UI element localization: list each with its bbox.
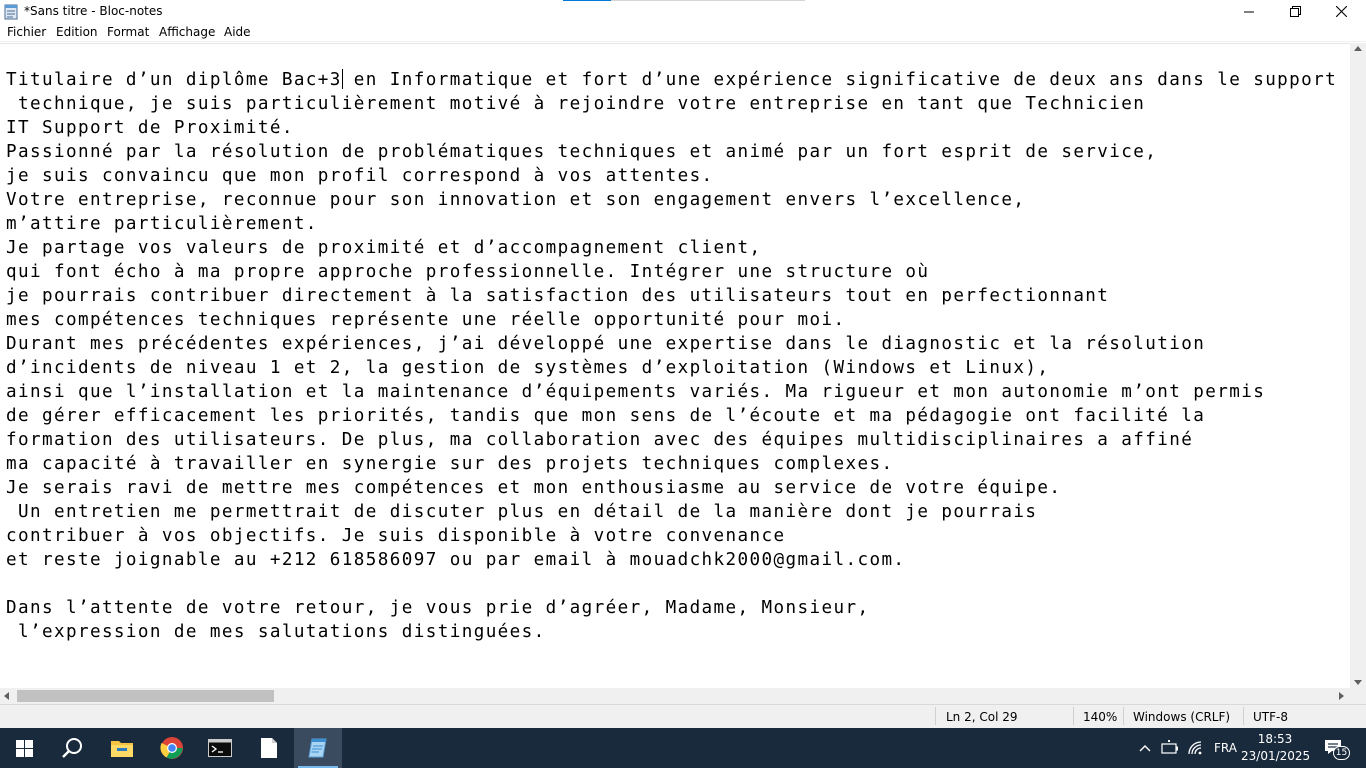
menu-edition[interactable]: Edition [56,25,98,39]
editor-line: je suis convaincu que mon profil corresp… [6,166,714,186]
notepad-doc-icon [261,738,277,758]
clock-date: 23/01/2025 [1241,749,1311,763]
close-button[interactable] [1318,0,1364,23]
editor-line: Titulaire d’un diplôme Bac+3 en Informat… [6,70,1338,90]
title-accent-gray [611,0,805,1]
scroll-left-icon[interactable] [4,692,9,700]
terminal-button[interactable] [196,728,244,768]
editor-line: Durant mes précédentes expériences, j’ai… [6,334,1206,354]
window-title: *Sans titre - Bloc-notes [24,4,163,18]
editor-line: formation des utilisateurs. De plus, ma … [6,430,1194,450]
editor-line: Passionné par la résolution de problémat… [6,142,1158,162]
chrome-button[interactable] [148,728,196,768]
editor-line: Je partage vos valeurs de proximité et d… [6,238,762,258]
editor-line: et reste joignable au +212 618586097 ou … [6,550,906,570]
text-editor[interactable]: Titulaire d’un diplôme Bac+3 en Informat… [0,43,1350,688]
zoom-level: 140% [1083,710,1118,724]
editor-line: Je serais ravi de mettre mes compétences… [6,478,1062,498]
title-accent-blue [563,0,611,1]
status-separator [1123,707,1124,725]
editor-line: qui font écho à ma propre approche profe… [6,262,930,282]
status-separator [935,707,936,725]
editor-line: de gérer efficacement les priorités, tan… [6,406,1206,426]
editor-line: Dans l’attente de votre retour, je vous … [6,598,870,618]
title-bar: *Sans titre - Bloc-notes [0,0,1366,23]
editor-line: Votre entreprise, reconnue pour son inno… [6,190,1026,210]
file-explorer-icon [111,741,133,757]
taskbar: FRA 18:53 23/01/2025 15 [0,728,1366,768]
editor-line: je pourrais contribuer directement à la … [6,286,1110,306]
notepad-doc-button[interactable] [245,728,293,768]
editor-line: mes compétences techniques représente un… [6,310,846,330]
close-icon [1335,6,1347,17]
editor-line: ma capacité à travailler en synergie sur… [6,454,894,474]
editor-line: technique, je suis particulièrement moti… [6,94,1146,114]
language-indicator[interactable]: FRA [1214,741,1237,755]
notification-badge: 15 [1333,746,1350,760]
restore-button[interactable] [1272,0,1318,23]
vertical-scrollbar[interactable] [1350,43,1366,688]
network-button[interactable] [1187,740,1205,760]
text-caret [342,69,343,89]
search-icon [62,738,82,758]
wifi-icon [1188,741,1202,755]
horizontal-scroll-thumb[interactable] [17,690,274,702]
notification-center-button[interactable]: 15 [1322,738,1352,760]
menu-bar: Fichier Edition Format Affichage Aide [0,23,1366,42]
notepad-active-icon [308,738,327,758]
restore-icon [1289,6,1301,17]
menu-aide[interactable]: Aide [224,25,251,39]
status-separator [1073,707,1074,725]
status-bar: Ln 2, Col 29 140% Windows (CRLF) UTF-8 [0,704,1366,728]
status-separator [1243,707,1244,725]
editor-line: m’attire particulièrement. [6,214,318,234]
scroll-up-icon[interactable] [1354,46,1362,51]
scroll-down-icon[interactable] [1354,680,1362,685]
menu-fichier[interactable]: Fichier [7,25,46,39]
file-explorer-button[interactable] [98,728,146,768]
editor-line: ainsi que l’installation et la maintenan… [6,382,1266,402]
horizontal-scrollbar[interactable] [0,688,1350,704]
battery-icon [1161,740,1178,754]
editor-line: d’incidents de niveau 1 et 2, la gestion… [6,358,1050,378]
menu-affichage[interactable]: Affichage [159,25,215,39]
editor-line: l’expression de mes salutations distingu… [6,622,546,642]
chevron-up-icon [1139,745,1151,752]
battery-button[interactable] [1160,740,1180,760]
editor-line: contribuer à vos objectifs. Je suis disp… [6,526,786,546]
notepad-active-button[interactable] [294,728,342,768]
notepad-app-icon [4,4,18,20]
cursor-position: Ln 2, Col 29 [946,710,1018,724]
scroll-right-icon[interactable] [1339,692,1344,700]
scrollbar-corner [1350,688,1366,704]
start-icon [15,739,33,757]
show-hidden-icons-button[interactable] [1138,740,1152,759]
line-ending: Windows (CRLF) [1133,710,1231,724]
minimize-icon [1244,11,1254,12]
editor-line: Un entretien me permettrait de discuter … [6,502,1038,522]
menu-format[interactable]: Format [107,25,149,39]
start-button[interactable] [0,728,48,768]
search-button[interactable] [48,728,96,768]
minimize-button[interactable] [1226,0,1272,23]
chrome-icon [160,737,183,759]
terminal-icon [208,739,232,757]
clock-time: 18:53 [1257,732,1293,746]
editor-line: IT Support de Proximité. [6,118,294,138]
file-encoding: UTF-8 [1253,710,1288,724]
